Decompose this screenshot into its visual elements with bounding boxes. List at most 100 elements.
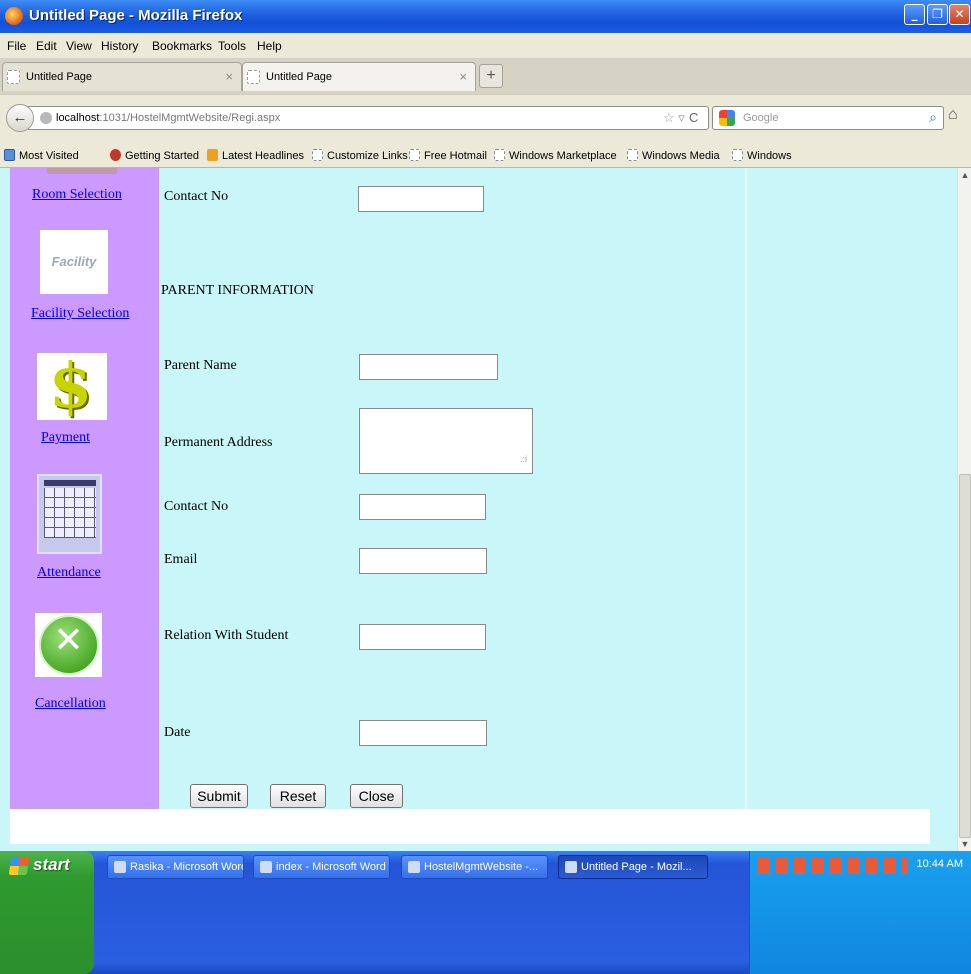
bookmark-windows-marketplace[interactable]: Windows Marketplace xyxy=(494,149,617,162)
relation-label: Relation With Student xyxy=(164,628,289,643)
resize-grip-icon[interactable]: .:i xyxy=(520,454,527,464)
menu-tools[interactable]: Tools xyxy=(218,39,246,53)
start-button[interactable]: start xyxy=(0,851,94,974)
window-title: Untitled Page - Mozilla Firefox xyxy=(29,7,243,24)
tab-untitled-1[interactable]: Untitled Page × xyxy=(2,62,242,91)
tab-untitled-2[interactable]: Untitled Page × xyxy=(242,62,476,91)
email-input[interactable] xyxy=(359,548,487,574)
taskbar-item-label: Untitled Page - Mozil... xyxy=(581,861,692,873)
bookmark-latest-headlines[interactable]: Latest Headlines xyxy=(207,149,304,162)
parent-contact-input[interactable] xyxy=(359,494,486,520)
page-icon xyxy=(312,149,323,161)
globe-icon xyxy=(40,112,52,124)
scroll-down-icon[interactable]: ▼ xyxy=(958,837,971,851)
tab-label: Untitled Page xyxy=(26,71,93,83)
cancellation-icon[interactable]: ✕ xyxy=(35,613,102,677)
bookmark-free-hotmail[interactable]: Free Hotmail xyxy=(409,149,487,162)
rss-icon xyxy=(207,149,218,161)
firefox-icon xyxy=(565,861,577,873)
tray-icons[interactable] xyxy=(758,858,908,874)
tab-close-icon[interactable]: × xyxy=(225,69,233,84)
parent-name-input[interactable] xyxy=(359,354,498,380)
maximize-button[interactable]: ❐ xyxy=(927,4,948,25)
bookmark-windows[interactable]: Windows xyxy=(732,149,792,162)
reset-button[interactable]: Reset xyxy=(270,784,326,808)
taskbar-item-index-word[interactable]: index - Microsoft Word xyxy=(253,855,390,879)
bookmark-getting-started[interactable]: Getting Started xyxy=(110,149,199,162)
page-icon xyxy=(494,149,505,161)
google-icon[interactable] xyxy=(719,110,735,126)
page-icon xyxy=(247,70,260,84)
scroll-thumb[interactable] xyxy=(959,474,971,838)
minimize-button[interactable]: _ xyxy=(904,4,925,25)
home-icon[interactable]: ⌂ xyxy=(948,106,958,124)
parent-info-heading: PARENT INFORMATION xyxy=(161,283,314,298)
sidebar-link-room-selection[interactable]: Room Selection xyxy=(32,187,122,203)
firefox-icon xyxy=(5,7,23,25)
bookmark-label: Most Visited xyxy=(19,150,79,162)
student-contact-input[interactable] xyxy=(358,186,484,212)
room-image xyxy=(47,168,117,174)
word-icon xyxy=(260,861,272,873)
relation-input[interactable] xyxy=(359,624,486,650)
close-button[interactable]: Close xyxy=(350,784,403,808)
taskbar-item-rasika-word[interactable]: Rasika - Microsoft Word xyxy=(107,855,244,879)
bookmark-customize-links[interactable]: Customize Links xyxy=(312,149,408,162)
submit-button[interactable]: Submit xyxy=(190,784,248,808)
menu-history[interactable]: History xyxy=(101,39,138,53)
scroll-up-icon[interactable]: ▲ xyxy=(958,168,971,182)
payment-dollar-icon[interactable]: $ xyxy=(37,349,107,422)
facility-icon[interactable]: Facility xyxy=(40,230,108,294)
bookmark-star-icon[interactable]: ☆ ▿ xyxy=(663,110,685,126)
url-path: :1031/HostelMgmtWebsite/Regi.aspx xyxy=(99,112,281,124)
sidebar-link-attendance[interactable]: Attendance xyxy=(37,565,101,581)
clock: 10:44 AM xyxy=(916,858,963,870)
page-icon xyxy=(409,149,420,161)
calendar-grid xyxy=(44,488,96,538)
tab-label: Untitled Page xyxy=(266,71,333,83)
permanent-address-label: Permanent Address xyxy=(164,435,273,450)
taskbar-item-label: HostelMgmtWebsite -... xyxy=(424,861,539,873)
new-tab-button[interactable]: + xyxy=(479,64,503,88)
windows-taskbar: start Rasika - Microsoft Word index - Mi… xyxy=(0,851,971,974)
bookmark-windows-media[interactable]: Windows Media xyxy=(627,149,720,162)
bookmark-most-visited[interactable]: Most Visited xyxy=(4,149,79,162)
menu-bar: File Edit View History Bookmarks Tools H… xyxy=(0,33,971,59)
search-icon[interactable]: ⌕ xyxy=(929,109,937,126)
back-button[interactable]: ← xyxy=(6,104,34,132)
page-icon xyxy=(732,149,743,161)
date-input[interactable] xyxy=(359,720,487,746)
bookmarks-toolbar: Most Visited Getting Started Latest Head… xyxy=(0,144,971,168)
windows-logo-icon xyxy=(8,857,30,875)
menu-view[interactable]: View xyxy=(66,39,92,53)
sidebar-link-facility-selection[interactable]: Facility Selection xyxy=(31,306,129,322)
sidebar-nav: Room Selection Facility Facility Selecti… xyxy=(10,168,159,809)
menu-edit[interactable]: Edit xyxy=(36,39,57,53)
menu-file[interactable]: File xyxy=(7,39,26,53)
system-tray: 10:44 AM xyxy=(749,851,971,974)
date-label: Date xyxy=(164,725,191,740)
permanent-address-textarea[interactable] xyxy=(359,408,533,474)
search-box[interactable]: Google ⌕ xyxy=(712,106,944,130)
bookmark-label: Windows xyxy=(747,150,792,162)
sidebar-link-payment[interactable]: Payment xyxy=(41,430,90,446)
attendance-calendar-icon[interactable] xyxy=(37,474,102,554)
navigation-bar: localhost:1031/HostelMgmtWebsite/Regi.as… xyxy=(0,94,971,144)
reload-icon[interactable]: C xyxy=(689,110,698,125)
parent-name-label: Parent Name xyxy=(164,358,237,373)
url-bar[interactable]: localhost:1031/HostelMgmtWebsite/Regi.as… xyxy=(28,106,709,130)
dollar-glyph: $ xyxy=(49,349,93,422)
word-icon xyxy=(114,861,126,873)
menu-help[interactable]: Help xyxy=(257,39,282,53)
tab-close-icon[interactable]: × xyxy=(459,69,467,84)
close-window-button[interactable]: ✕ xyxy=(949,4,970,25)
taskbar-item-firefox[interactable]: Untitled Page - Mozil... xyxy=(558,855,708,879)
menu-bookmarks[interactable]: Bookmarks xyxy=(152,39,212,53)
vertical-scrollbar[interactable]: ▲ ▼ xyxy=(957,168,971,851)
title-bar: Untitled Page - Mozilla Firefox _ ❐ ✕ xyxy=(0,0,971,33)
taskbar-item-label: Rasika - Microsoft Word xyxy=(130,861,244,873)
sidebar-link-cancellation[interactable]: Cancellation xyxy=(35,696,106,712)
start-label: start xyxy=(33,855,70,874)
bookmark-label: Free Hotmail xyxy=(424,150,487,162)
taskbar-item-visual-studio[interactable]: HostelMgmtWebsite -... xyxy=(401,855,548,879)
